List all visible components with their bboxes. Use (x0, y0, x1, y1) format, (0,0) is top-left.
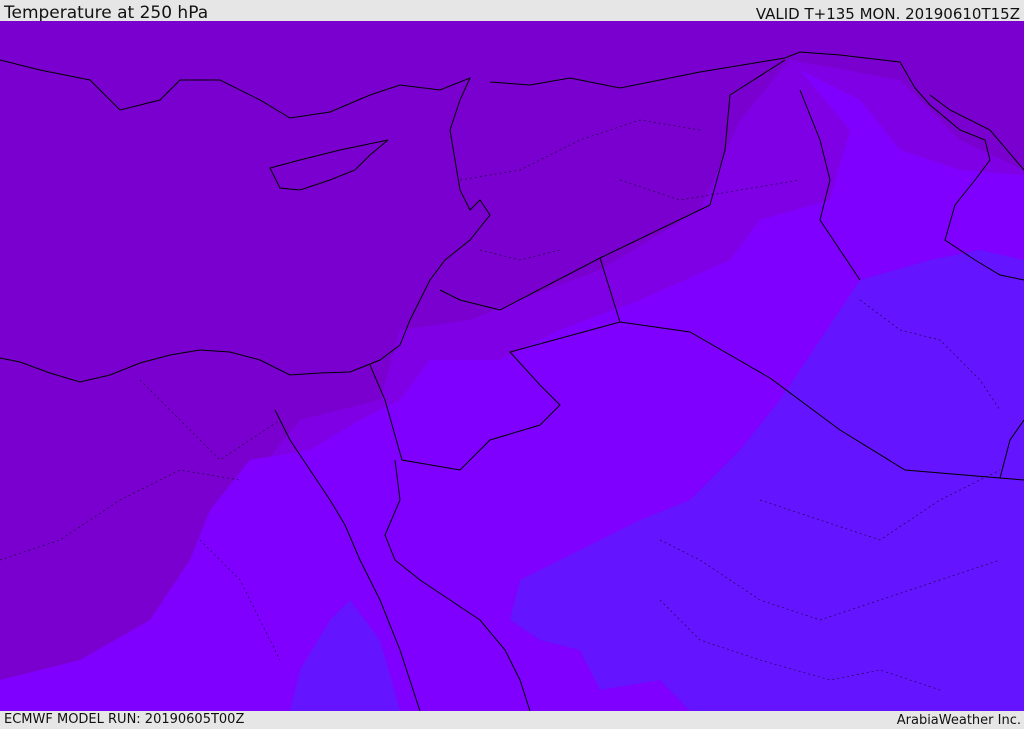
map-title: Temperature at 250 hPa (4, 3, 209, 23)
header-bar: Temperature at 250 hPa VALID T+135 MON. … (0, 0, 1024, 23)
credit: ArabiaWeather Inc. (896, 713, 1021, 728)
temperature-map[interactable] (0, 21, 1024, 711)
footer-bar: ECMWF MODEL RUN: 20190605T00Z ArabiaWeat… (0, 711, 1024, 729)
model-run: ECMWF MODEL RUN: 20190605T00Z (4, 712, 245, 727)
